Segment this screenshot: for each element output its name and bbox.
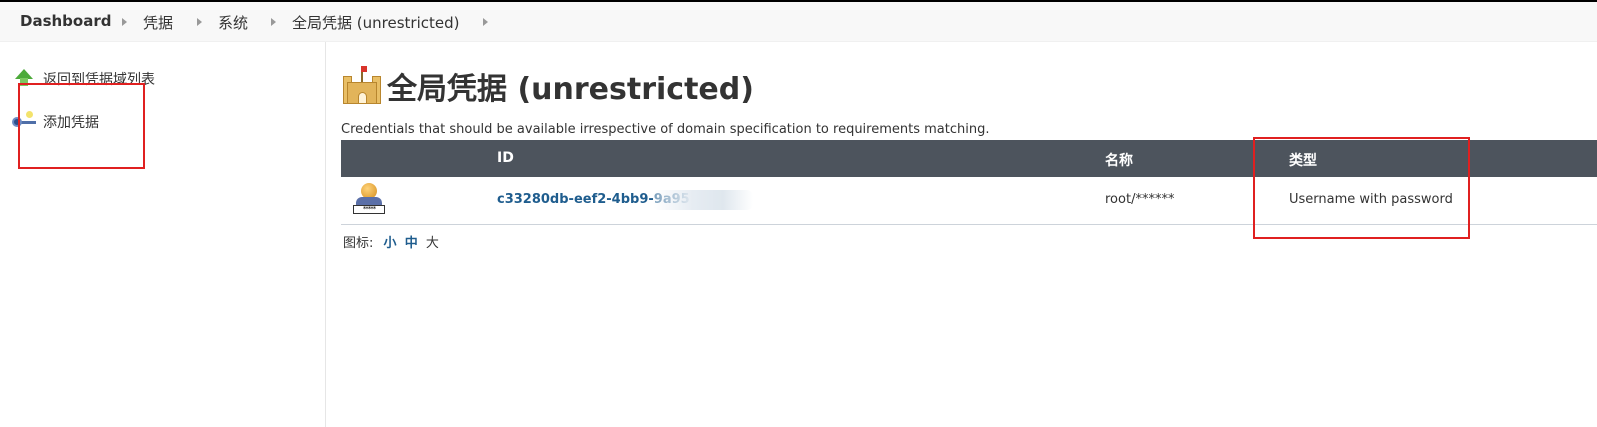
icon-size-selector: 图标: 小 中 大 <box>343 232 443 251</box>
highlight-box <box>1253 137 1470 239</box>
icon-size-medium-link[interactable]: 中 <box>405 236 418 251</box>
highlight-box <box>18 83 145 169</box>
breadcrumb-system[interactable]: 系统 <box>218 12 248 33</box>
redacted-overlay <box>653 190 753 210</box>
page-title-text: 全局凭据 (unrestricted) <box>387 72 754 107</box>
breadcrumb-dashboard[interactable]: Dashboard <box>20 12 111 30</box>
breadcrumb-global-credentials[interactable]: 全局凭据 (unrestricted) <box>292 12 459 33</box>
breadcrumb: Dashboard 凭据 系统 全局凭据 (unrestricted) <box>0 2 1597 42</box>
chevron-right-icon[interactable] <box>122 18 127 26</box>
icon-size-label: 图标: <box>343 236 374 251</box>
credential-name: root/****** <box>1105 192 1175 207</box>
column-header-id: ID <box>497 150 514 166</box>
castle-icon <box>341 66 383 106</box>
breadcrumb-credentials[interactable]: 凭据 <box>143 12 173 33</box>
column-header-name: 名称 <box>1105 153 1133 169</box>
chevron-right-icon[interactable] <box>271 18 276 26</box>
icon-size-small-link[interactable]: 小 <box>384 236 397 251</box>
icon-size-large: 大 <box>425 236 439 251</box>
page-description: Credentials that should be available irr… <box>341 122 990 137</box>
chevron-right-icon[interactable] <box>483 18 488 26</box>
page-title: 全局凭据 (unrestricted) <box>341 64 754 108</box>
chevron-right-icon[interactable] <box>197 18 202 26</box>
credential-icon: ***** <box>353 183 385 217</box>
